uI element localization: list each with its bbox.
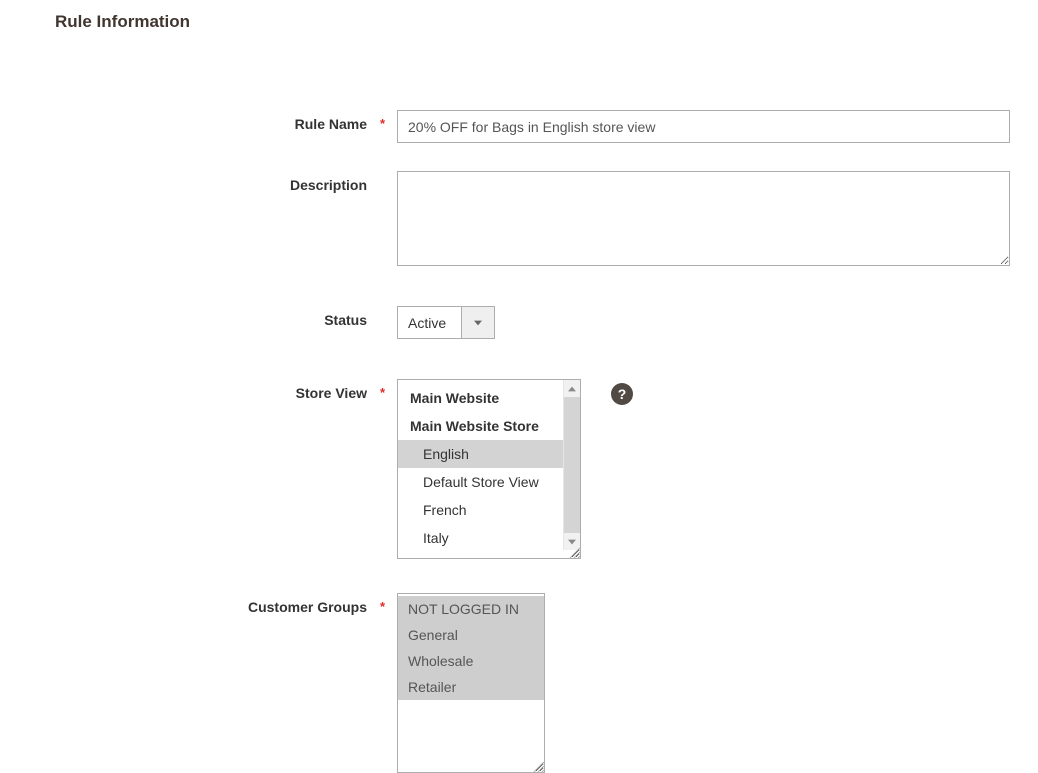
scroll-up-button[interactable] [564, 380, 580, 397]
help-icon[interactable]: ? [611, 383, 633, 405]
store-view-option[interactable]: Default Store View [398, 468, 563, 496]
customer-groups-option[interactable]: General [398, 622, 544, 648]
store-view-option[interactable]: French [398, 496, 563, 524]
rule-name-label: Rule Name * [0, 110, 397, 132]
required-marker: * [380, 385, 385, 400]
store-view-option[interactable]: Main Website Store [398, 412, 563, 440]
store-view-option[interactable]: English [398, 440, 563, 468]
chevron-down-icon [474, 319, 482, 327]
status-dropdown-button[interactable] [462, 306, 495, 339]
field-row-rule-name: Rule Name * [0, 110, 1038, 143]
customer-groups-multiselect[interactable]: NOT LOGGED IN General Wholesale Retailer [397, 593, 545, 773]
field-row-store-view: Store View * Main Website Main Website S… [0, 379, 1038, 559]
required-marker: * [380, 599, 385, 614]
resize-handle-icon[interactable] [532, 760, 544, 772]
section-title: Rule Information [0, 0, 1038, 32]
customer-groups-option[interactable]: Wholesale [398, 648, 544, 674]
store-view-label: Store View * [0, 379, 397, 401]
field-row-status: Status Active [0, 306, 1038, 339]
required-marker: * [380, 116, 385, 131]
store-view-option[interactable]: Italy [398, 524, 563, 552]
chevron-down-icon [568, 538, 576, 546]
status-select[interactable]: Active [397, 306, 495, 339]
resize-handle-icon[interactable] [568, 546, 580, 558]
chevron-up-icon [568, 385, 576, 393]
customer-groups-option[interactable]: NOT LOGGED IN [398, 596, 544, 622]
status-label: Status [0, 306, 397, 328]
description-textarea[interactable] [397, 171, 1010, 266]
store-view-multiselect[interactable]: Main Website Main Website Store English … [397, 379, 581, 559]
field-row-customer-groups: Customer Groups * NOT LOGGED IN General … [0, 593, 1038, 773]
field-row-description: Description [0, 171, 1038, 266]
scroll-down-button[interactable] [564, 533, 580, 550]
scrollbar[interactable] [563, 380, 580, 550]
customer-groups-label: Customer Groups * [0, 593, 397, 615]
rule-name-input[interactable] [397, 110, 1010, 143]
store-view-option[interactable]: Main Website [398, 384, 563, 412]
status-value: Active [397, 306, 462, 339]
customer-groups-option[interactable]: Retailer [398, 674, 544, 700]
description-label: Description [0, 171, 397, 193]
scroll-track[interactable] [564, 397, 580, 533]
